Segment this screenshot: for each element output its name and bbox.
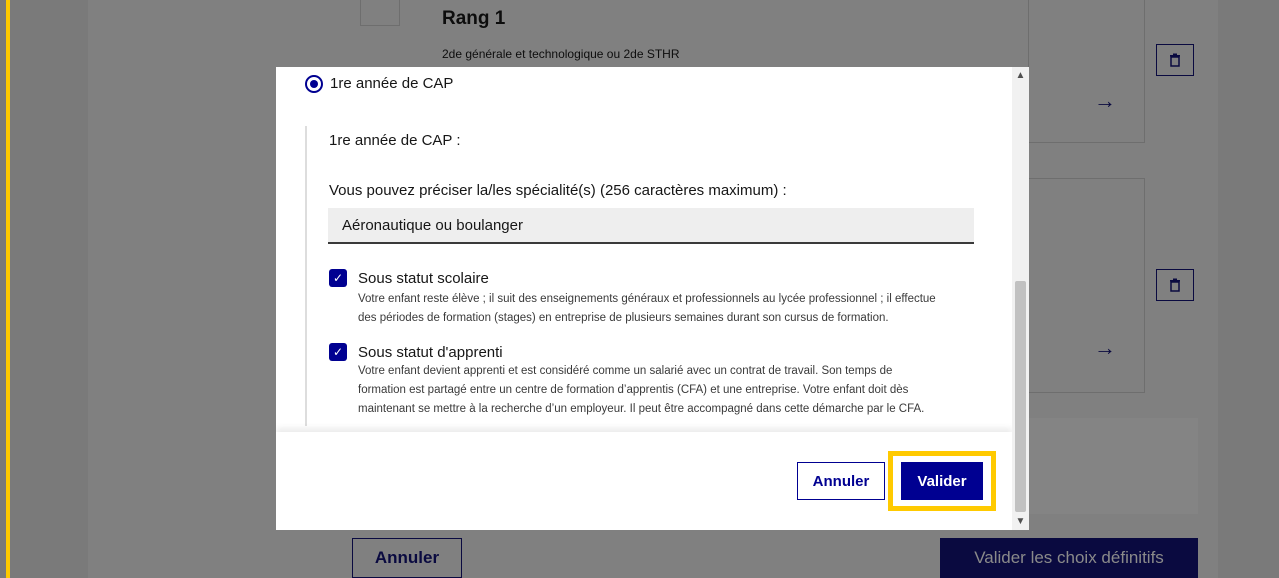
cap-radio-label[interactable]: 1re année de CAP: [330, 75, 453, 92]
school-status-checkbox[interactable]: ✓: [329, 269, 347, 287]
choice-card-3: [1028, 418, 1198, 514]
rank-handle: [360, 0, 400, 26]
chevron-down-icon[interactable]: ▼: [1012, 513, 1029, 530]
apprentice-status-checkbox[interactable]: ✓: [329, 343, 347, 361]
specialty-field-label: Vous pouvez préciser la/les spécialité(s…: [329, 182, 787, 199]
trash-glyph: [1170, 278, 1180, 292]
trash-icon[interactable]: [1156, 44, 1194, 76]
page-cancel-button[interactable]: Annuler: [352, 538, 462, 578]
school-status-label[interactable]: Sous statut scolaire: [358, 270, 489, 287]
subsection-title: 1re année de CAP :: [329, 132, 461, 149]
apprentice-status-hint-1: Votre enfant devient apprenti et est con…: [358, 365, 893, 377]
school-status-hint-2: des périodes de formation (stages) en en…: [358, 312, 889, 324]
apprentice-status-hint-2: formation est partagé entre un centre de…: [358, 384, 909, 396]
cancel-button[interactable]: Annuler: [797, 462, 885, 500]
trash-icon[interactable]: [1156, 269, 1194, 301]
specialty-input[interactable]: [328, 208, 974, 244]
modal-scroll-area[interactable]: 1re année de CAP 1re année de CAP : Vous…: [276, 67, 1012, 432]
apprentice-status-hint-3: maintenant se mettre à la recherche d’un…: [358, 403, 925, 415]
arrow-right-icon[interactable]: →: [1094, 335, 1116, 361]
chevron-up-icon[interactable]: ▲: [1012, 67, 1029, 84]
arrow-right-icon[interactable]: →: [1094, 88, 1116, 114]
school-status-hint-1: Votre enfant reste élève ; il suit des e…: [358, 293, 936, 305]
scrollbar-thumb[interactable]: [1015, 281, 1026, 512]
rank-subtitle: 2de générale et technologique ou 2de STH…: [442, 47, 680, 61]
trash-glyph: [1170, 53, 1180, 67]
final-validate-button[interactable]: Valider les choix définitifs: [940, 538, 1198, 578]
rank-title: Rang 1: [442, 8, 506, 29]
apprentice-status-label[interactable]: Sous statut d'apprenti: [358, 344, 503, 361]
validate-button[interactable]: Valider: [901, 462, 983, 500]
modal-scrollbar[interactable]: ▲ ▼: [1012, 67, 1029, 530]
choice-card-1: [1028, 0, 1145, 143]
cap-radio[interactable]: [305, 75, 323, 93]
check-icon: ✓: [332, 271, 344, 285]
modal-footer: Annuler Valider: [276, 432, 1012, 530]
choice-card-2: [1028, 178, 1145, 393]
subsection-rule: [305, 126, 307, 426]
specialty-modal: 1re année de CAP 1re année de CAP : Vous…: [276, 67, 1029, 530]
check-icon: ✓: [332, 345, 344, 359]
